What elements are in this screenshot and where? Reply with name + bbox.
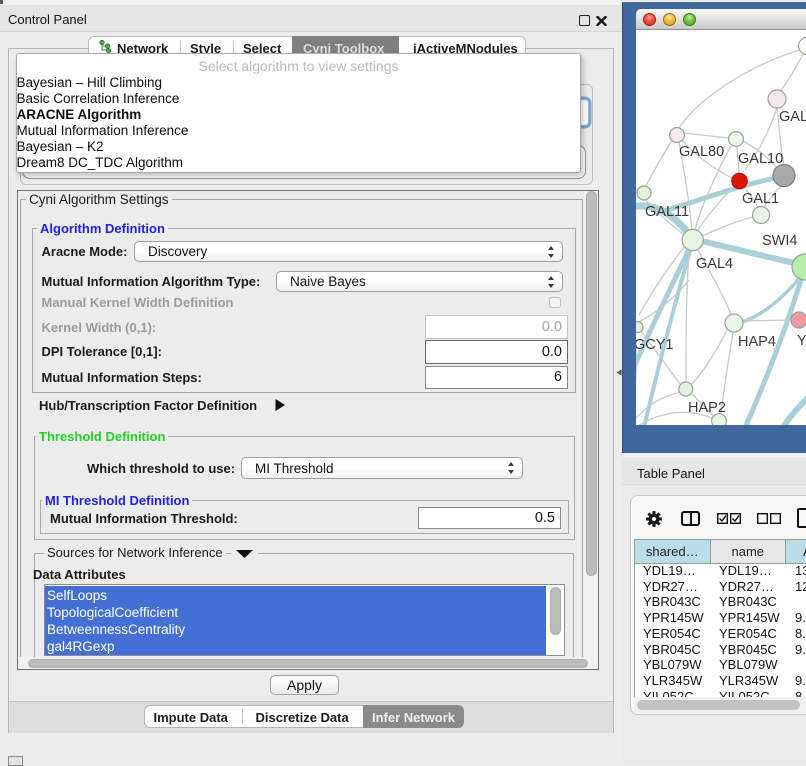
- svg-text:GAL80: GAL80: [679, 144, 724, 160]
- svg-text:HAP2: HAP2: [688, 400, 726, 416]
- svg-text:HAP4: HAP4: [738, 334, 776, 350]
- svg-text:GAL10: GAL10: [738, 151, 783, 167]
- svg-text:GAL4: GAL4: [696, 256, 733, 272]
- svg-text:SWI4: SWI4: [762, 233, 797, 249]
- svg-text:GAL: GAL: [779, 109, 806, 125]
- svg-text:GAL11: GAL11: [645, 204, 689, 220]
- svg-text:Y: Y: [797, 333, 806, 349]
- svg-text:GCY1: GCY1: [636, 337, 674, 353]
- svg-text:GAL1: GAL1: [742, 191, 779, 207]
